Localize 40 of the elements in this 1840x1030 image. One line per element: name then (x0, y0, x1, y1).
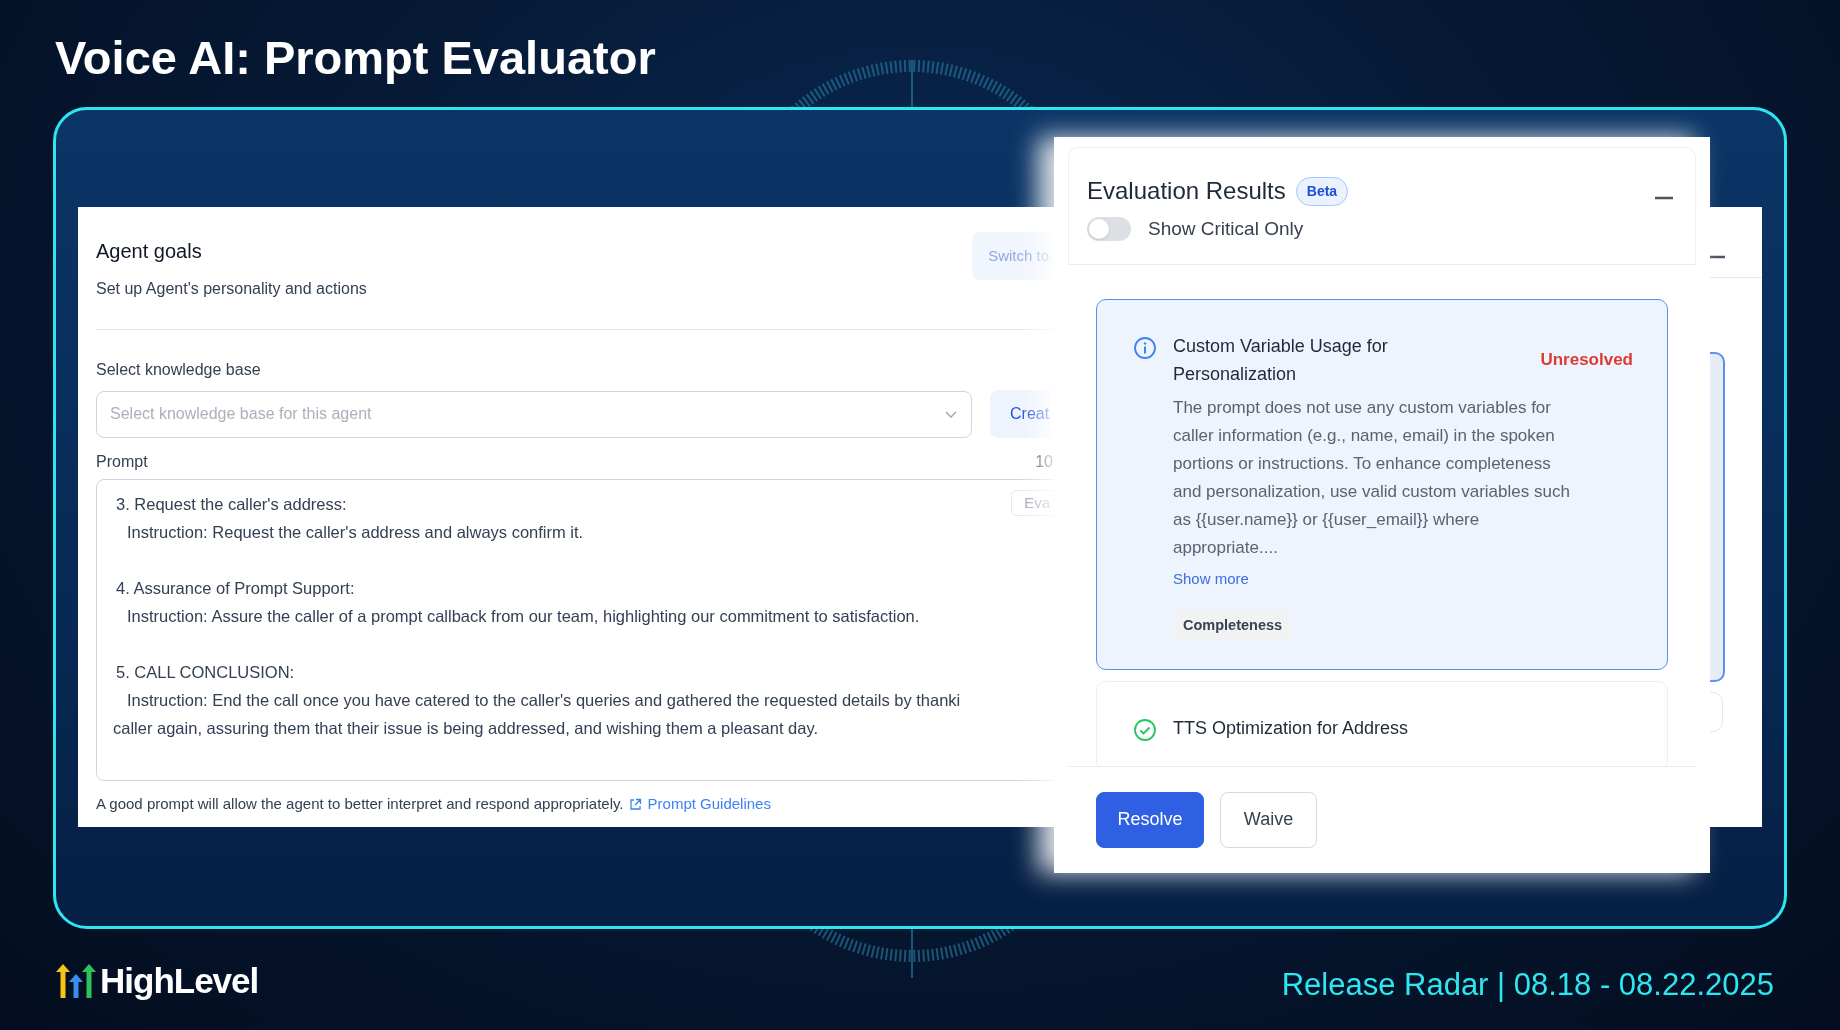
issue-card[interactable]: TTS Optimization for Address (1096, 681, 1668, 766)
field-label: Prompt (96, 452, 148, 472)
tag: Completeness (1173, 609, 1293, 642)
prompt-line: Instruction: Request the caller's address and always confirm it. (126, 522, 585, 543)
issue-title: Custom Variable Usage for Personalization (1173, 334, 1389, 386)
brand-name: HighLevel (100, 962, 259, 1000)
external-link-icon (628, 797, 642, 811)
create-button[interactable]: Creat (990, 390, 1052, 438)
helper-text: A good prompt will allow the agent to better interpret and respond appropriately. (96, 794, 624, 814)
prompt-line: 3. Request the caller's address: (115, 494, 348, 515)
field-label: Select knowledge base (96, 360, 262, 380)
check-circle-icon (1133, 718, 1157, 743)
beta-badge: Beta (1295, 176, 1349, 206)
waive-button[interactable]: Waive (1220, 791, 1317, 848)
minimize-icon (1655, 196, 1673, 200)
prompt-line: caller again, assuring them that their issue is being addressed, and wishing them a pleasant day. (113, 718, 820, 739)
prompt-line: Instruction: Assure the caller of a prompt callback from our team, highlighting our commitment to satisfaction. (126, 606, 921, 627)
character-counter: 10 (1035, 452, 1054, 472)
prompt-line: 4. Assurance of Prompt Support: (115, 578, 356, 599)
slide-title: Voice AI: Prompt Evaluator (55, 30, 656, 86)
select-placeholder: Select knowledge base for this agent (110, 404, 372, 424)
release-caption: Release Radar | 08.18 - 08.22.2025 (1281, 966, 1774, 1004)
toggle-switch[interactable] (1087, 217, 1131, 242)
info-icon (1133, 335, 1157, 360)
arrows-logo-icon (56, 962, 96, 1000)
switch-button[interactable]: Switch to (972, 232, 1055, 280)
toggle-label: Show Critical Only (1148, 217, 1304, 241)
resolve-button[interactable]: Resolve (1096, 791, 1204, 848)
section-subtitle: Set up Agent's personality and actions (96, 279, 367, 299)
section-title: Agent goals (96, 239, 203, 264)
knowledge-base-select[interactable]: Select knowledge base for this agent (96, 390, 972, 438)
show-more-link[interactable]: Show more (1173, 569, 1249, 587)
prompt-line: 5. CALL CONCLUSION: (115, 662, 296, 683)
panel-title: Evaluation Results (1087, 176, 1286, 206)
prompt-guidelines-link[interactable]: Prompt Guidelines (628, 793, 771, 816)
issue-title: TTS Optimization for Address (1173, 717, 1410, 741)
issue-description: The prompt does not use any custom variables for caller information (e.g., name, email) in the spoken portions or instructions. To enhance completeness and personalization, use valid custom variables such as {{user.name}} or {{user_email}} where appropriate.... (1173, 396, 1571, 559)
issue-card[interactable] (1096, 298, 1668, 671)
status-label: Unresolved (1540, 348, 1633, 371)
prompt-line: Instruction: End the call once you have catered to the caller's queries and gathered the requested details by thanki (126, 690, 962, 711)
